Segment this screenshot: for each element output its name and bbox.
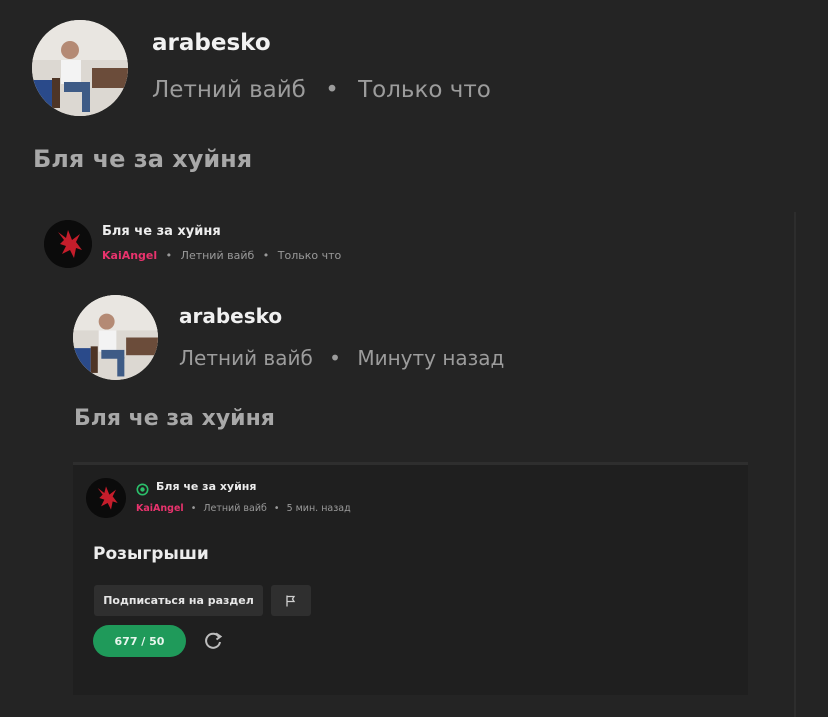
status-ring-icon: [136, 481, 149, 496]
inner-embed-section[interactable]: Летний вайб: [203, 503, 267, 514]
embed-author[interactable]: KaiAngel: [102, 249, 157, 262]
separator: •: [262, 249, 270, 262]
post-time: Только что: [358, 77, 491, 103]
embed-section[interactable]: Летний вайб: [181, 249, 255, 262]
embed-title[interactable]: Бля че за хуйня: [102, 224, 221, 239]
embed-time: Только что: [277, 249, 342, 262]
demon-avatar-icon: [44, 220, 92, 268]
vertical-divider: [794, 212, 796, 717]
counter-button[interactable]: 677 / 50: [93, 625, 186, 657]
inner-embed-heading: Розыгрыши: [93, 544, 209, 564]
refresh-icon[interactable]: [202, 630, 224, 652]
flag-icon: [286, 595, 296, 606]
embed-meta: KaiAngel • Летний вайб • Только что: [102, 249, 341, 262]
post-meta: Летний вайб • Только что: [152, 77, 491, 103]
nested-post-text: Бля че за хуйня: [74, 406, 275, 431]
user-avatar[interactable]: [32, 20, 128, 116]
nested-post-section[interactable]: Летний вайб: [179, 346, 313, 370]
inner-embed-card[interactable]: [73, 462, 748, 695]
post-author[interactable]: arabesko: [152, 30, 271, 56]
separator: •: [165, 249, 173, 262]
inner-embed-time: 5 мин. назад: [286, 503, 351, 514]
inner-embed-author[interactable]: KaiAngel: [136, 503, 184, 514]
separator: •: [190, 503, 197, 514]
nested-post-time: Минуту назад: [357, 346, 505, 370]
inner-embed-meta: KaiAngel • Летний вайб • 5 мин. назад: [136, 503, 351, 514]
report-button[interactable]: [271, 585, 311, 616]
subscribe-section-button[interactable]: Подписаться на раздел: [94, 585, 263, 616]
separator: •: [325, 77, 339, 103]
separator: •: [329, 346, 341, 370]
separator: •: [273, 503, 280, 514]
nested-post-author[interactable]: arabesko: [179, 304, 282, 328]
user-avatar[interactable]: [73, 295, 158, 380]
post-section[interactable]: Летний вайб: [152, 77, 306, 103]
nested-post-meta: Летний вайб • Минуту назад: [179, 346, 504, 370]
inner-embed-title[interactable]: Бля че за хуйня: [156, 480, 256, 493]
post-text: Бля че за хуйня: [33, 145, 253, 173]
demon-avatar-icon: [86, 478, 126, 518]
